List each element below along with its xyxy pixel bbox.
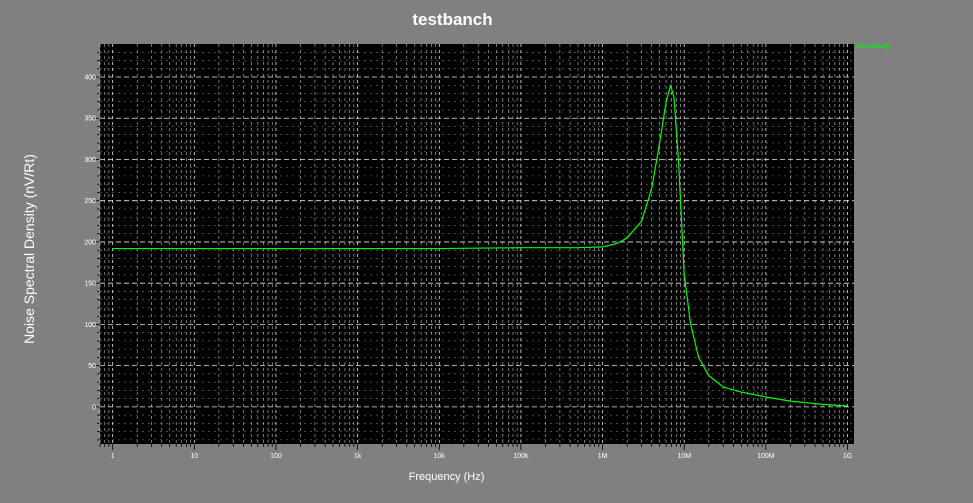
x-tick-label: 1G xyxy=(843,453,852,460)
y-tick-label: 200 xyxy=(84,239,96,246)
x-tick-label: 1 xyxy=(111,453,115,460)
x-tick-label: 10M xyxy=(677,453,691,460)
y-tick-label: 150 xyxy=(84,281,96,288)
y-tick-label: 0 xyxy=(92,404,96,411)
x-tick-label: 100k xyxy=(513,453,529,460)
x-tick-label: 10 xyxy=(190,453,198,460)
x-tick-label: 100 xyxy=(270,453,282,460)
y-tick-label: 50 xyxy=(88,363,96,370)
x-tick-label: 1k xyxy=(354,453,362,460)
y-tick-label: 350 xyxy=(84,116,96,123)
y-tick-label: 100 xyxy=(84,322,96,329)
y-tick-label: 400 xyxy=(84,74,96,81)
x-tick-label: 10k xyxy=(434,453,446,460)
plot-area xyxy=(100,44,854,444)
x-tick-label: 100M xyxy=(757,453,775,460)
noise-spectrum-chart: 1 10 100 1k 10k 100k 1M 10M 100M 1G 0 50 100 150 200 25… xyxy=(84,44,854,460)
y-tick-label: 300 xyxy=(84,157,96,164)
y-tick-label: 250 xyxy=(84,198,96,205)
x-tick-label: 1M xyxy=(598,453,608,460)
